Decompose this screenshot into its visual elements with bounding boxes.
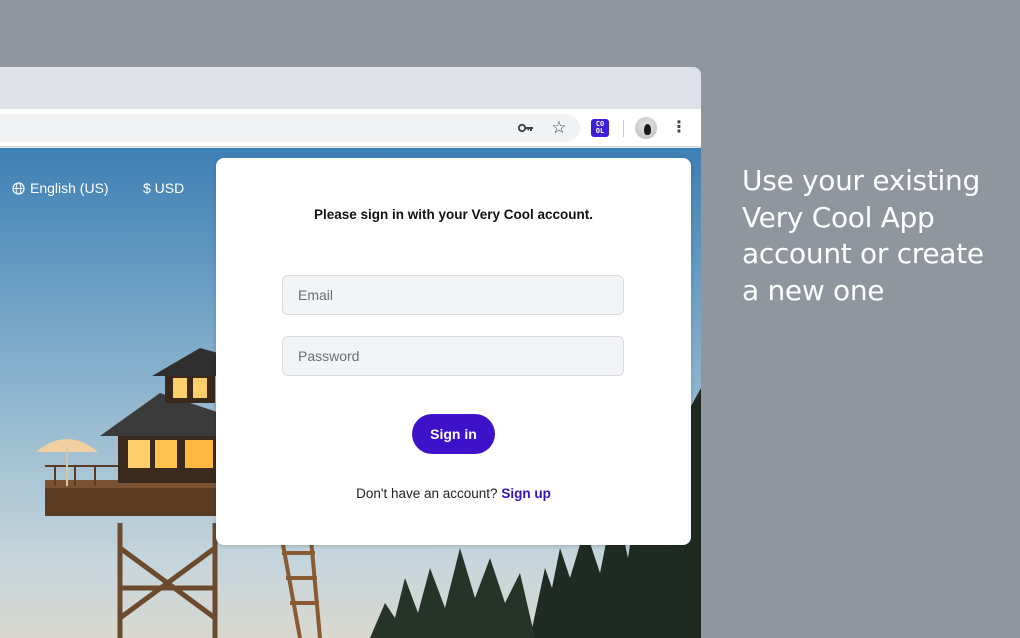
signup-prompt-line: Don't have an account? Sign up [216,486,691,501]
address-bar[interactable] [0,114,580,142]
toolbar-divider [623,120,624,137]
language-selector[interactable]: English (US) [12,180,109,196]
browser-toolbar: ☆ CO OL ⋮ [0,109,701,147]
signup-link[interactable]: Sign up [501,486,551,501]
signin-card: Please sign in with your Very Cool accou… [216,158,691,545]
password-field[interactable] [282,336,624,376]
currency-selector[interactable]: $ USD [143,180,184,196]
language-label: English (US) [30,180,109,196]
extension-badge: CO OL [591,119,609,137]
email-field[interactable] [282,275,624,315]
star-icon[interactable]: ☆ [549,118,569,138]
signin-button[interactable]: Sign in [412,414,495,454]
signin-title: Please sign in with your Very Cool accou… [313,207,594,222]
key-icon[interactable] [516,118,536,138]
menu-icon[interactable]: ⋮ [669,118,689,138]
tab-strip [0,67,701,109]
avatar[interactable] [635,117,657,139]
key-icon-graphic [518,123,533,133]
signup-prompt: Don't have an account? [356,486,498,501]
promo-caption: Use your existing Very Cool App account … [742,164,984,307]
globe-icon [12,181,25,195]
extension-icon[interactable]: CO OL [590,118,610,138]
